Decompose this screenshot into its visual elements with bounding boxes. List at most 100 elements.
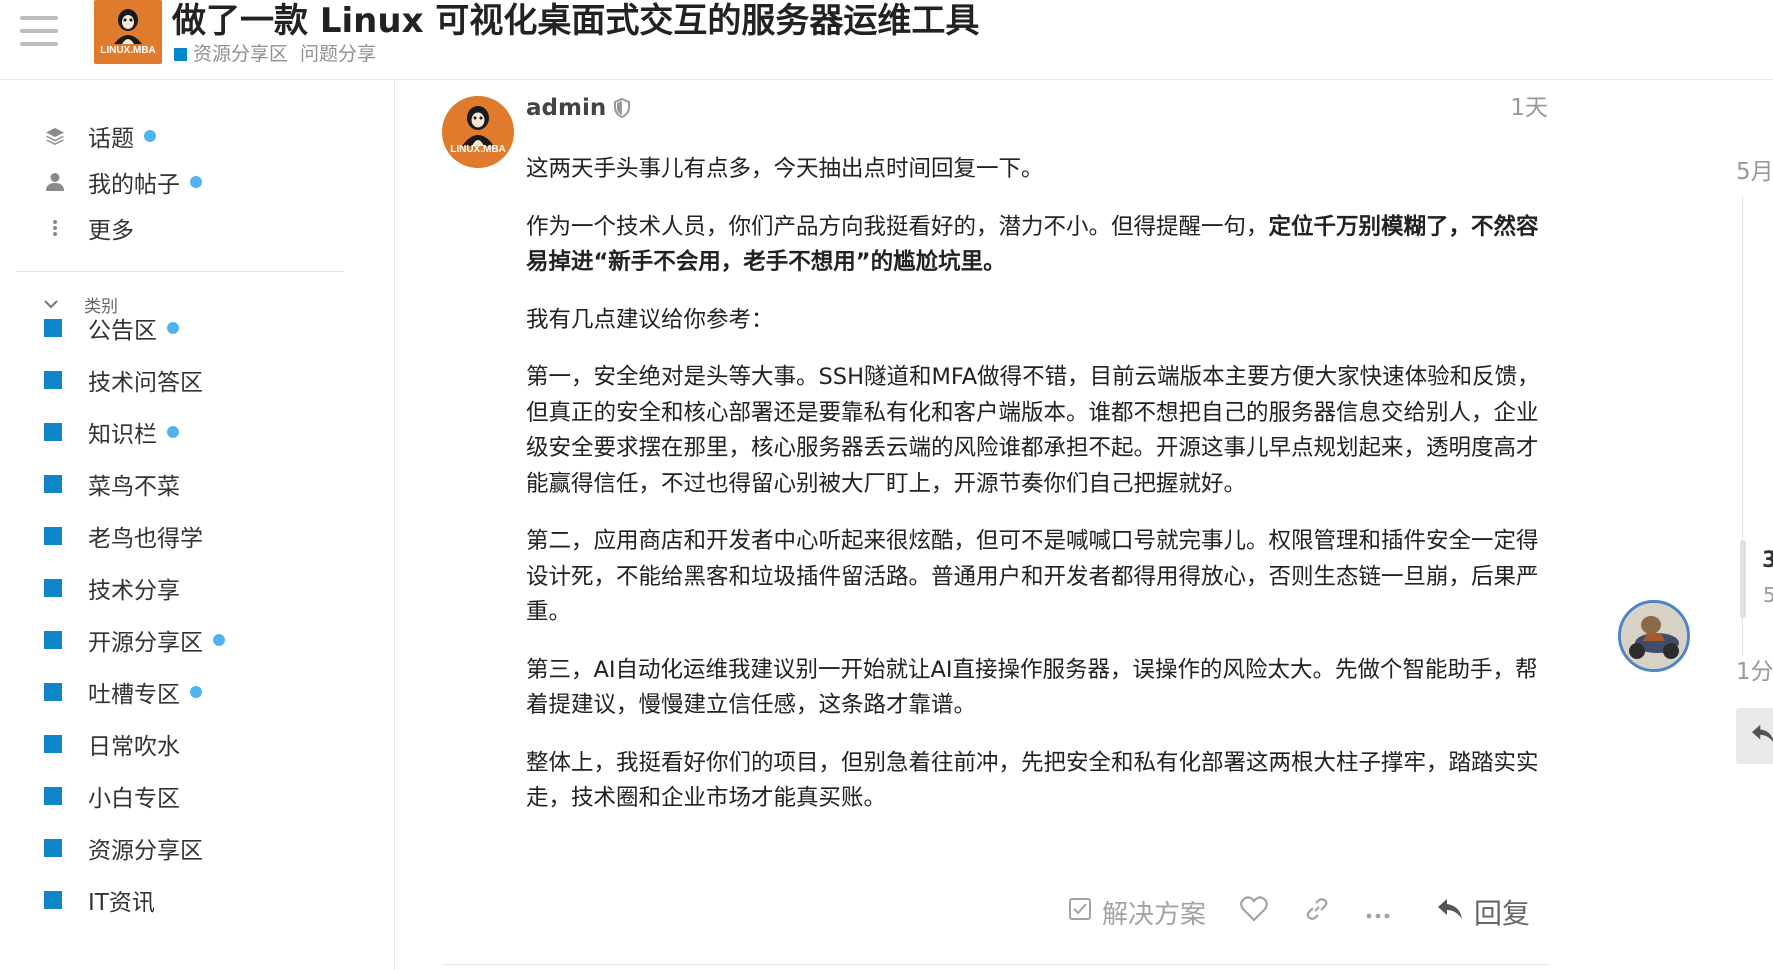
sidebar-category-newbie[interactable]: 菜鸟不菜 bbox=[44, 466, 180, 502]
author-avatar[interactable]: LINUX.MBA bbox=[442, 96, 514, 168]
timeline-current-position: 3 bbox=[1762, 548, 1773, 573]
timeline-end-date[interactable]: 1分 bbox=[1736, 652, 1773, 686]
unread-dot bbox=[144, 130, 156, 142]
sidebar-category-rant[interactable]: 吐槽专区 bbox=[44, 674, 202, 710]
category-label: 老鸟也得学 bbox=[88, 526, 203, 552]
site-header: LINUX.MBA 做了一款 Linux 可视化桌面式交互的服务器运维工具 资源… bbox=[0, 0, 1773, 80]
post-paragraph: 我有几点建议给你参考： bbox=[526, 306, 774, 333]
category-square-icon bbox=[44, 683, 62, 701]
user-icon bbox=[44, 171, 66, 193]
reply-icon bbox=[1750, 723, 1773, 749]
post-actions: 解决方案 回复 bbox=[1068, 892, 1530, 932]
heart-icon bbox=[1240, 895, 1268, 929]
topic-tag-link[interactable]: 问题分享 bbox=[300, 42, 376, 66]
category-label: 吐槽专区 bbox=[88, 682, 180, 708]
category-label: 公告区 bbox=[88, 318, 157, 344]
post-paragraph: 第二，应用商店和开发者中心听起来很炫酷，但可不是喊喊口号就完事儿。权限管理和插件… bbox=[526, 528, 1539, 625]
chevron-down-icon bbox=[44, 299, 66, 309]
category-label: IT资讯 bbox=[88, 890, 155, 916]
more-icon bbox=[1366, 897, 1390, 927]
shield-icon bbox=[614, 98, 631, 118]
sidebar-item-label: 更多 bbox=[88, 218, 134, 244]
category-label: 菜鸟不菜 bbox=[88, 474, 180, 500]
category-square-icon bbox=[44, 891, 62, 909]
layers-icon bbox=[44, 125, 66, 147]
unread-dot bbox=[167, 322, 179, 334]
topic-title[interactable]: 做了一款 Linux 可视化桌面式交互的服务器运维工具 bbox=[172, 0, 979, 42]
sidebar-category-resources[interactable]: 资源分享区 bbox=[44, 830, 203, 866]
category-square-icon bbox=[44, 423, 62, 441]
category-square-icon bbox=[44, 787, 62, 805]
share-link-button[interactable] bbox=[1304, 896, 1330, 929]
topic-category-link[interactable]: 资源分享区 bbox=[193, 42, 288, 66]
category-badge-icon bbox=[174, 47, 187, 61]
reply-icon bbox=[1436, 897, 1464, 928]
sidebar-category-open-source[interactable]: 开源分享区 bbox=[44, 622, 225, 658]
solution-label: 解决方案 bbox=[1102, 899, 1207, 930]
site-logo[interactable]: LINUX.MBA bbox=[94, 0, 162, 64]
reply-label: 回复 bbox=[1474, 897, 1531, 930]
post-text: 作为一个技术人员，你们产品方向我挺看好的，潜力不小。但得提醒一句， bbox=[526, 213, 1269, 240]
post-paragraph: 整体上，我挺看好你们的项目，但别急着往前冲，先把安全和私有化部署这两根大柱子撑牢… bbox=[526, 749, 1539, 812]
category-square-icon bbox=[44, 527, 62, 545]
post-author[interactable]: admin bbox=[526, 92, 631, 124]
sidebar-category-knowledge[interactable]: 知识栏 bbox=[44, 414, 179, 450]
post-paragraph: 这两天手头事儿有点多，今天抽出点时间回复一下。 bbox=[526, 156, 1044, 182]
participant-avatar[interactable] bbox=[1618, 600, 1690, 672]
timeline-current-total: 5 bbox=[1763, 583, 1773, 607]
post-date[interactable]: 1天 bbox=[1478, 92, 1548, 124]
sidebar-item-label: 我的帖子 bbox=[88, 172, 180, 198]
topic-category-row: 资源分享区 问题分享 bbox=[174, 42, 376, 66]
link-icon bbox=[1304, 896, 1330, 929]
sidebar-category-tech-qa[interactable]: 技术问答区 bbox=[44, 362, 203, 398]
category-label: 小白专区 bbox=[88, 786, 180, 812]
sidebar-category-beginner[interactable]: 小白专区 bbox=[44, 778, 180, 814]
unread-dot bbox=[190, 686, 202, 698]
sidebar-item-more[interactable]: 更多 bbox=[44, 210, 134, 246]
sidebar-category-it-news[interactable]: IT资讯 bbox=[44, 882, 155, 918]
like-button[interactable] bbox=[1240, 895, 1268, 929]
sidebar-divider bbox=[16, 271, 344, 272]
unread-dot bbox=[167, 426, 179, 438]
sidebar-category-tech-share[interactable]: 技术分享 bbox=[44, 570, 180, 606]
category-label: 技术分享 bbox=[88, 578, 180, 604]
solution-button[interactable]: 解决方案 bbox=[1068, 894, 1206, 931]
checkbox-icon bbox=[1068, 897, 1092, 928]
post-paragraph: 作为一个技术人员，你们产品方向我挺看好的，潜力不小。但得提醒一句，定位千万别模糊… bbox=[526, 210, 1550, 281]
category-label: 技术问答区 bbox=[88, 370, 203, 396]
sidebar-item-my-posts[interactable]: 我的帖子 bbox=[44, 164, 202, 200]
author-username[interactable]: admin bbox=[526, 92, 606, 124]
sidebar-item-topics[interactable]: 话题 bbox=[44, 118, 156, 154]
hamburger-menu-icon[interactable] bbox=[20, 14, 58, 48]
unread-dot bbox=[190, 176, 202, 188]
category-square-icon bbox=[44, 735, 62, 753]
reply-button[interactable]: 回复 bbox=[1436, 892, 1530, 932]
category-square-icon bbox=[44, 319, 62, 337]
sidebar-category-veteran[interactable]: 老鸟也得学 bbox=[44, 518, 203, 554]
sidebar-item-label: 话题 bbox=[88, 126, 134, 152]
avatar-logo-text: LINUX.MBA bbox=[450, 144, 506, 155]
category-square-icon bbox=[44, 579, 62, 597]
more-actions-button[interactable] bbox=[1366, 897, 1390, 927]
sidebar: 话题 我的帖子 更多 类别 公告区 技术问答区 知识栏 菜鸟不菜 老鸟也得学 技… bbox=[0, 80, 395, 970]
timeline-reply-button[interactable] bbox=[1736, 708, 1773, 764]
category-square-icon bbox=[44, 371, 62, 389]
post-body: 这两天手头事儿有点多，今天抽出点时间回复一下。 作为一个技术人员，你们产品方向我… bbox=[526, 152, 1550, 839]
category-label: 开源分享区 bbox=[88, 630, 203, 656]
post-paragraph: 第一，安全绝对是头等大事。SSH隧道和MFA做得不错，目前云端版本主要方便大家快… bbox=[526, 364, 1540, 497]
post-divider bbox=[442, 964, 1550, 965]
post-paragraph: 第三，AI自动化运维我建议别一开始就让AI直接操作服务器，误操作的风险太大。先做… bbox=[526, 656, 1538, 719]
unread-dot bbox=[213, 634, 225, 646]
sidebar-category-chat[interactable]: 日常吹水 bbox=[44, 726, 180, 762]
sidebar-category-announcements[interactable]: 公告区 bbox=[44, 310, 179, 346]
category-label: 知识栏 bbox=[88, 422, 157, 448]
category-label: 日常吹水 bbox=[88, 734, 180, 760]
category-square-icon bbox=[44, 475, 62, 493]
logo-text: LINUX.MBA bbox=[100, 45, 156, 56]
category-square-icon bbox=[44, 839, 62, 857]
timeline-start-date[interactable]: 5月 bbox=[1736, 152, 1773, 186]
category-square-icon bbox=[44, 631, 62, 649]
category-label: 资源分享区 bbox=[88, 838, 203, 864]
timeline-scroll-handle[interactable] bbox=[1740, 540, 1746, 618]
vertical-ellipsis-icon bbox=[44, 217, 66, 239]
